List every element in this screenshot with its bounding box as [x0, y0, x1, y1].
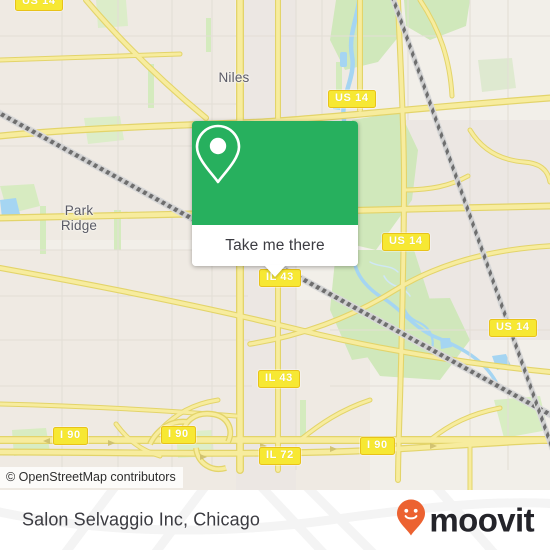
- popup-header: [192, 121, 358, 225]
- road-shield-i-90-mid[interactable]: I 90: [161, 426, 196, 444]
- take-me-there-label: Take me there: [225, 236, 325, 254]
- map-screenshot: Niles Park Ridge US 14 US 14 US 14 US 14…: [0, 0, 550, 550]
- road-shield-us-14-right[interactable]: US 14: [489, 319, 537, 337]
- road-shield-i-90-right[interactable]: I 90: [360, 437, 395, 455]
- road-shield-i-90-left[interactable]: I 90: [53, 427, 88, 445]
- road-shield-us-14-niles[interactable]: US 14: [328, 90, 376, 108]
- moovit-wordmark: moovit: [429, 501, 534, 539]
- location-popup-card[interactable]: Take me there: [192, 121, 358, 277]
- osm-attribution[interactable]: © OpenStreetMap contributors: [0, 467, 183, 488]
- road-shield-il-72[interactable]: IL 72: [259, 447, 301, 465]
- popup-footer[interactable]: Take me there: [192, 225, 358, 277]
- road-shield-us-14-top[interactable]: US 14: [15, 0, 63, 11]
- bottom-info-bar: Salon Selvaggio Inc, Chicago moovit: [0, 490, 550, 550]
- road-shield-us-14-mid[interactable]: US 14: [382, 233, 430, 251]
- moovit-logo[interactable]: moovit: [396, 499, 535, 542]
- map-canvas[interactable]: Niles Park Ridge US 14 US 14 US 14 US 14…: [0, 0, 550, 490]
- popup-pointer-tail: [264, 265, 286, 277]
- place-title: Salon Selvaggio Inc, Chicago: [22, 509, 260, 530]
- moovit-smiley-pin-icon: [396, 499, 426, 542]
- road-shield-il-43-lower[interactable]: IL 43: [258, 370, 300, 388]
